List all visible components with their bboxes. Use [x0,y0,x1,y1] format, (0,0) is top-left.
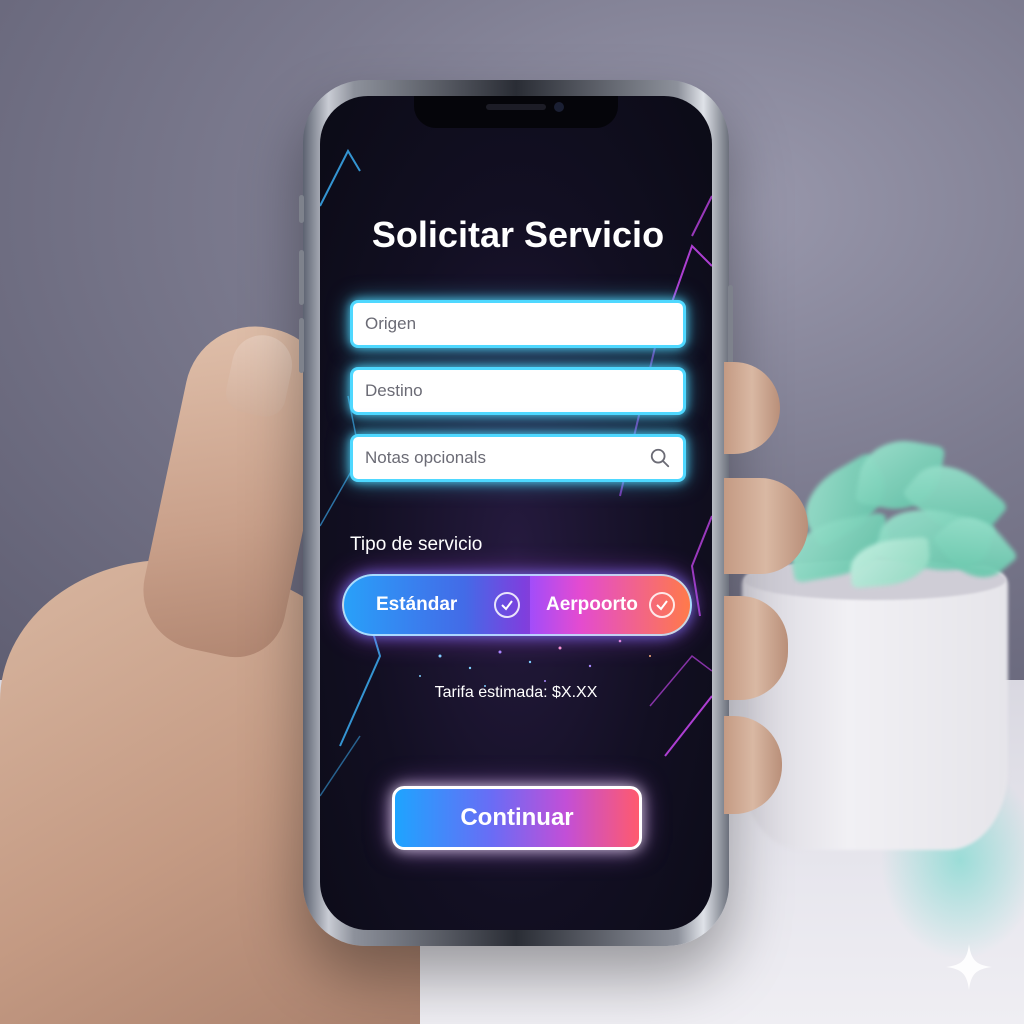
phone-power-button [728,285,733,370]
service-type-toggle: Estándar Aerpoorto [342,574,692,636]
phone-notch [414,96,618,128]
sparkle-icon [946,944,992,990]
origin-field-placeholder: Origen [365,314,417,333]
check-circle-icon [494,592,520,618]
fare-estimate: Tarifa estimada: $X.XX [434,684,598,701]
check-circle-icon [649,592,675,618]
origin-field[interactable]: Origen [350,300,686,348]
service-type-label: Tipo de servicio [350,534,483,555]
service-option-standard-label: Estándar [376,594,458,615]
search-icon[interactable] [649,447,671,469]
phone-volume-up [299,250,304,305]
phone-screen: Solicitar Servicio Origen Destino Notas … [320,96,712,930]
phone-side-button [299,195,304,223]
phone-speaker [486,104,546,110]
destination-field-placeholder: Destino [365,381,423,400]
phone-volume-down [299,318,304,373]
phone-camera [554,102,564,112]
service-option-airport-label: Aerpoorto [546,594,638,615]
continue-button[interactable]: Continuar [392,786,642,850]
page-title: Solicitar Servicio [371,214,665,255]
plant-pot [742,565,1008,850]
notes-field[interactable]: Notas opcionals [350,434,686,482]
destination-field[interactable]: Destino [350,367,686,415]
notes-field-placeholder: Notas opcionals [365,448,486,467]
